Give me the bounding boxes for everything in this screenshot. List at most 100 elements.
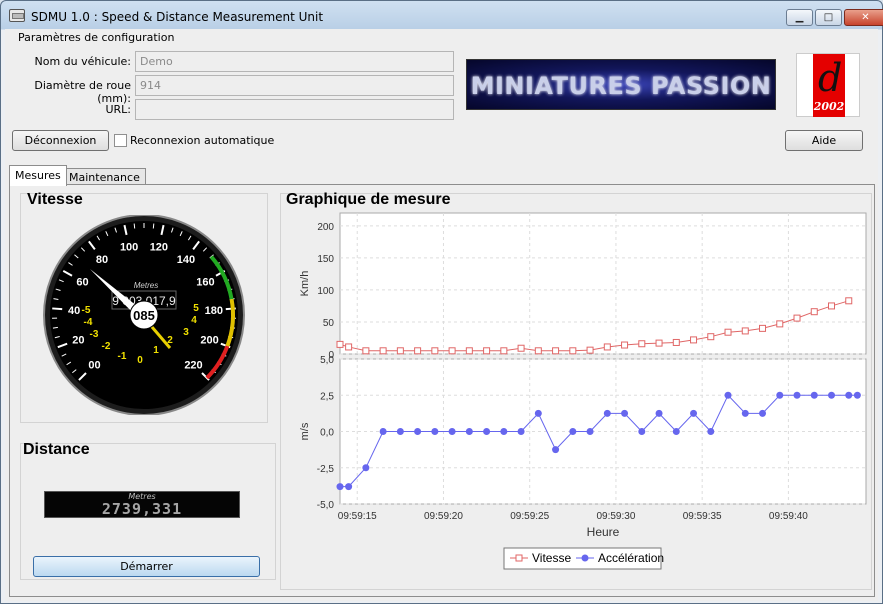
y-tick-label: 150 (317, 254, 334, 265)
data-point (362, 347, 370, 355)
data-point (396, 428, 404, 435)
data-point (690, 409, 698, 417)
data-point (828, 302, 836, 310)
data-point (569, 428, 577, 435)
data-point (586, 428, 594, 435)
data-point (396, 347, 404, 355)
data-point (690, 336, 698, 344)
accel-tick-label: -3 (90, 329, 99, 340)
x-tick-label: 09:59:30 (596, 511, 635, 522)
tab-maintenance[interactable]: Maintenance (63, 168, 146, 185)
speed-tick-label: 00 (88, 359, 100, 371)
data-point (828, 391, 836, 399)
plot-area (339, 212, 867, 355)
data-point (621, 341, 629, 349)
vehicle-name-field[interactable]: Demo (135, 51, 454, 72)
auto-reconnect-checkbox[interactable] (114, 134, 127, 147)
legend-marker (581, 554, 589, 562)
data-point (724, 391, 732, 399)
data-point (465, 428, 473, 435)
data-point (638, 340, 646, 348)
distance-value: 2739,331 (101, 500, 183, 518)
help-button[interactable]: Aide (785, 130, 863, 151)
dial-tick (52, 307, 63, 311)
dial-tick (133, 223, 136, 229)
speed-tick-label: 100 (120, 242, 138, 254)
data-point (500, 347, 508, 355)
speed-tick-label: 140 (177, 254, 195, 266)
window-title: SDMU 1.0 : Speed & Distance Measurement … (31, 10, 324, 24)
legend-label: Vitesse (532, 551, 571, 565)
disconnect-button[interactable]: Déconnexion (12, 130, 109, 151)
data-point (776, 391, 784, 399)
accel-tick-label: -4 (84, 317, 93, 328)
data-point (603, 343, 611, 351)
graph-title: Graphique de mesure (286, 191, 451, 208)
data-point (741, 409, 749, 417)
speed-tick-label: 120 (150, 242, 168, 254)
data-point (672, 338, 680, 346)
url-field[interactable] (135, 99, 454, 120)
dial-tick (52, 326, 58, 329)
speed-tick-label: 40 (68, 305, 80, 317)
data-point (845, 297, 853, 305)
distance-title: Distance (23, 441, 90, 458)
data-point (845, 391, 853, 399)
url-label: URL: (105, 103, 131, 116)
speed-tick-label: 180 (205, 305, 223, 317)
data-point (707, 333, 715, 341)
start-button[interactable]: Démarrer (33, 556, 260, 577)
y-tick-label: 2,5 (320, 391, 334, 402)
data-point (724, 328, 732, 336)
data-point (776, 320, 784, 328)
speed-tick-label: 220 (184, 359, 202, 371)
accel-tick-label: 3 (183, 327, 189, 338)
logo-year: 2002 (813, 100, 845, 113)
data-point (483, 347, 491, 355)
data-point (793, 314, 801, 322)
data-point (345, 483, 353, 491)
dial-tick (152, 223, 155, 229)
data-point (793, 391, 801, 399)
accel-tick-label: 4 (191, 315, 197, 326)
app-window: SDMU 1.0 : Speed & Distance Measurement … (0, 0, 883, 604)
data-point (517, 344, 525, 352)
chart-legend: Vitesse Accélération (503, 547, 664, 570)
data-point (431, 428, 439, 435)
wheel-diameter-field[interactable]: 914 (135, 75, 454, 96)
minimize-button[interactable]: ▁ (786, 9, 813, 26)
close-button[interactable]: ✕ (844, 9, 883, 26)
data-point (552, 446, 560, 454)
client-area: Paramètres de configuration Nom du véhic… (5, 29, 878, 601)
tab-mesures[interactable]: Mesures (9, 165, 67, 186)
y-axis-label: m/s (299, 422, 311, 440)
data-point (336, 483, 344, 491)
speed-title: Vitesse (27, 191, 83, 208)
accel-tick-label: 5 (193, 303, 199, 314)
data-point (448, 347, 456, 355)
maximize-button[interactable]: □ (815, 9, 842, 26)
data-point (655, 409, 663, 417)
data-point (759, 324, 767, 332)
data-point (431, 347, 439, 355)
data-point (853, 391, 861, 399)
data-point (552, 347, 560, 355)
data-point (534, 409, 542, 417)
speed-tick-label: 20 (72, 334, 84, 346)
speed-tick-label: 60 (76, 276, 88, 288)
data-point (707, 428, 715, 435)
data-point (414, 347, 422, 355)
data-point (810, 308, 818, 316)
data-point (638, 428, 646, 435)
app-icon (9, 9, 25, 22)
legend-marker (515, 554, 523, 562)
wheel-diameter-label: Diamètre de roue (mm): (34, 79, 131, 105)
x-axis-label: Heure (587, 525, 620, 539)
logo-letter: d (818, 56, 843, 100)
data-point (414, 428, 422, 435)
data-point (810, 391, 818, 399)
accel-tick-label: 1 (153, 345, 159, 356)
data-point (586, 346, 594, 354)
data-point (759, 409, 767, 417)
x-tick-label: 09:59:35 (683, 511, 722, 522)
